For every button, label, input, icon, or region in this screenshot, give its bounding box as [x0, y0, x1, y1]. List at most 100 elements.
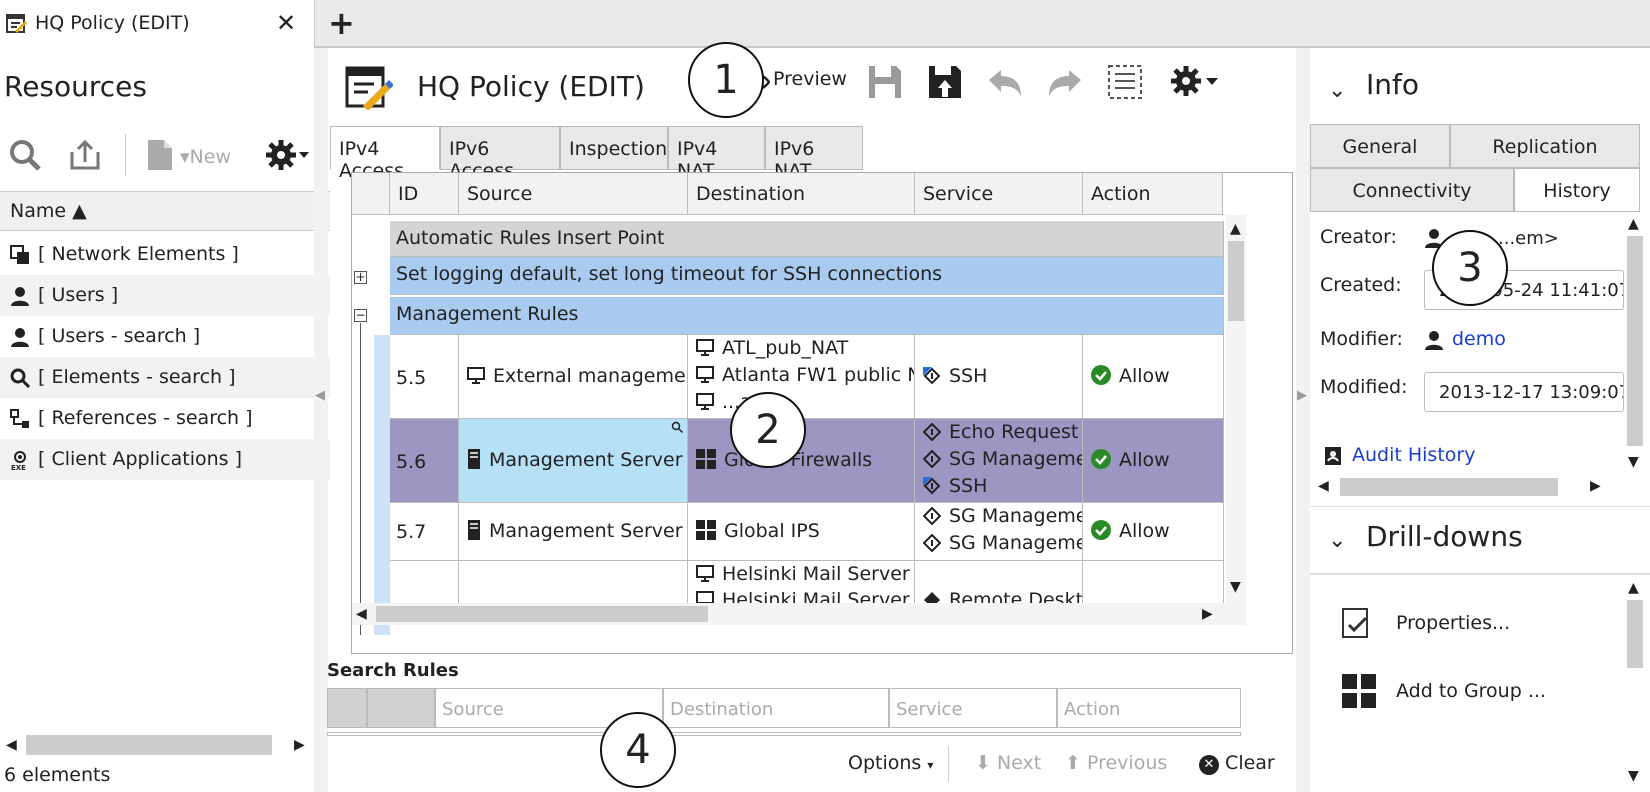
rule-action-cell[interactable]: Allow — [1083, 503, 1224, 561]
scroll-up-icon[interactable]: ▲ — [1628, 580, 1639, 596]
magnify-icon[interactable] — [671, 421, 683, 433]
document-tab[interactable]: HQ Policy (EDIT) ✕ — [0, 0, 315, 48]
modified-field[interactable]: 2013-12-17 13:09:07 — [1424, 372, 1624, 412]
group-row-auto-insert[interactable]: Automatic Rules Insert Point — [390, 221, 1224, 257]
rule-id-cell[interactable]: 5.6 — [390, 419, 459, 503]
group-row-management[interactable]: Management Rules — [390, 297, 1224, 335]
name-column-header[interactable]: Name ▲ — [0, 191, 330, 231]
collapse-icon[interactable]: − — [354, 309, 367, 322]
resources-horizontal-scrollbar[interactable]: ◀ ▶ — [0, 731, 330, 759]
search-icon[interactable] — [8, 138, 42, 172]
clear-button[interactable]: ✕ Clear — [1199, 752, 1275, 775]
previous-button[interactable]: ⬆ Previous — [1065, 752, 1167, 774]
info-horizontal-scrollbar[interactable]: ◀ ▶ — [1310, 476, 1610, 498]
group-row-logging[interactable]: Set logging default, set long timeout fo… — [390, 257, 1224, 295]
drilldown-properties[interactable]: Properties... — [1396, 612, 1510, 634]
column-header-destination[interactable]: Destination — [688, 173, 915, 215]
rules-vertical-scrollbar[interactable]: ▲ ▼ — [1226, 215, 1246, 603]
column-header-id[interactable]: ID — [390, 173, 459, 215]
drilldown-add-to-group[interactable]: Add to Group ... — [1396, 680, 1546, 702]
scroll-thumb[interactable] — [1627, 600, 1643, 668]
resource-network-elements[interactable]: [ Network Elements ] — [0, 234, 330, 275]
chevron-down-icon[interactable]: ⌄ — [1328, 528, 1346, 553]
resource-client-applications[interactable]: EXE [ Client Applications ] — [0, 439, 330, 480]
scroll-thumb[interactable] — [376, 606, 708, 622]
new-button[interactable]: ▾New — [180, 146, 231, 168]
scroll-up-icon[interactable]: ▲ — [1230, 221, 1241, 237]
search-service-field[interactable]: Service — [889, 688, 1057, 728]
column-header-service[interactable]: Service — [915, 173, 1083, 215]
tab-history[interactable]: History — [1514, 168, 1640, 212]
new-tab-button[interactable]: + — [328, 4, 355, 42]
rule-action-cell[interactable]: Allow — [1083, 335, 1224, 419]
tab-replication[interactable]: Replication — [1450, 124, 1640, 168]
tab-ipv6-access[interactable]: IPv6 Access — [440, 126, 560, 182]
preview-button[interactable]: Preview — [773, 68, 847, 90]
close-tab-icon[interactable]: ✕ — [276, 9, 296, 37]
gear-icon[interactable] — [264, 138, 310, 172]
save-as-icon[interactable] — [927, 64, 963, 100]
scroll-thumb[interactable] — [1340, 478, 1558, 496]
tab-ipv4-access[interactable]: IPv4 Access — [330, 126, 440, 182]
collapse-left-icon[interactable]: ◀ — [315, 388, 325, 403]
search-action-field[interactable]: Action — [1057, 688, 1241, 728]
rules-horizontal-scrollbar[interactable]: ◀ ▶ — [352, 603, 1246, 625]
scroll-left-icon[interactable]: ◀ — [356, 606, 367, 622]
scroll-thumb[interactable] — [26, 735, 272, 755]
tab-inspection[interactable]: Inspection — [560, 126, 668, 170]
resource-references-search[interactable]: [ References - search ] — [0, 398, 330, 439]
scroll-right-icon[interactable]: ▶ — [294, 737, 305, 753]
audit-history-link[interactable]: Audit History — [1352, 444, 1475, 466]
chevron-down-icon[interactable]: ⌄ — [1328, 78, 1346, 103]
rule-source-cell[interactable]: Management Server — [459, 503, 688, 561]
scroll-down-icon[interactable]: ▼ — [1230, 579, 1241, 595]
scroll-thumb[interactable] — [1228, 241, 1244, 321]
rule-action-cell[interactable]: Allow — [1083, 419, 1224, 503]
drilldowns-vertical-scrollbar[interactable]: ▲ ▼ — [1624, 578, 1646, 790]
resource-users-search[interactable]: [ Users - search ] — [0, 316, 330, 357]
resource-elements-search[interactable]: [ Elements - search ] — [0, 357, 330, 398]
rule-destination-cell[interactable]: Global IPS — [688, 503, 915, 561]
scroll-down-icon[interactable]: ▼ — [1628, 768, 1639, 784]
tab-general[interactable]: General — [1310, 124, 1450, 168]
upload-icon[interactable] — [68, 138, 102, 172]
column-header-action[interactable]: Action — [1083, 173, 1223, 215]
rule-id-cell[interactable]: 5.7 — [390, 503, 459, 561]
rule-destination-cell[interactable]: ATL_pub_NAT Atlanta FW1 public NA ...at — [688, 335, 915, 419]
info-panel: ⌄ Info General Replication Connectivity … — [1310, 48, 1650, 792]
expand-icon[interactable]: + — [354, 271, 367, 284]
rule-id-cell[interactable]: 5.5 — [390, 335, 459, 419]
redo-icon[interactable] — [1047, 68, 1083, 98]
undo-icon[interactable] — [987, 68, 1023, 98]
scroll-thumb[interactable] — [1627, 236, 1643, 446]
scroll-right-icon[interactable]: ▶ — [1202, 606, 1213, 622]
gear-icon[interactable] — [1169, 64, 1219, 100]
search-destination-field[interactable]: Destination — [663, 688, 889, 728]
rule-service-cell[interactable]: SG Managemer SG Managemer — [915, 503, 1083, 561]
scroll-down-icon[interactable]: ▼ — [1628, 454, 1639, 470]
scroll-left-icon[interactable]: ◀ — [6, 737, 17, 753]
info-vertical-scrollbar[interactable]: ▲ ▼ — [1624, 214, 1646, 474]
rule-service-cell[interactable]: Echo Request ( SG Managemer SSH — [915, 419, 1083, 503]
collapse-right-icon[interactable]: ▶ — [1297, 388, 1307, 403]
left-splitter[interactable]: ◀ — [314, 48, 328, 792]
tab-ipv4-nat[interactable]: IPv4 NAT — [668, 126, 765, 182]
select-rules-icon[interactable] — [1107, 64, 1143, 100]
column-header-source[interactable]: Source — [459, 173, 688, 215]
resource-users[interactable]: [ Users ] — [0, 275, 330, 316]
options-button[interactable]: Options ▾ — [848, 752, 933, 774]
save-icon[interactable] — [867, 64, 903, 100]
right-splitter[interactable]: ▶ — [1296, 48, 1310, 792]
rule-service-cell[interactable]: SSH — [915, 335, 1083, 419]
new-document-icon[interactable] — [146, 138, 176, 172]
next-button[interactable]: ⬇ Next — [975, 752, 1041, 774]
scroll-right-icon[interactable]: ▶ — [1590, 478, 1601, 494]
scroll-left-icon[interactable]: ◀ — [1318, 478, 1329, 494]
tab-connectivity[interactable]: Connectivity — [1310, 168, 1514, 212]
rule-source-cell-selected[interactable]: Management Server — [459, 419, 688, 503]
scroll-up-icon[interactable]: ▲ — [1628, 216, 1639, 232]
modifier-link[interactable]: demo — [1452, 328, 1506, 350]
rule-source-cell[interactable]: External managemen — [459, 335, 688, 419]
tab-ipv6-nat[interactable]: IPv6 NAT — [765, 126, 863, 182]
search-id-field[interactable] — [367, 688, 435, 728]
